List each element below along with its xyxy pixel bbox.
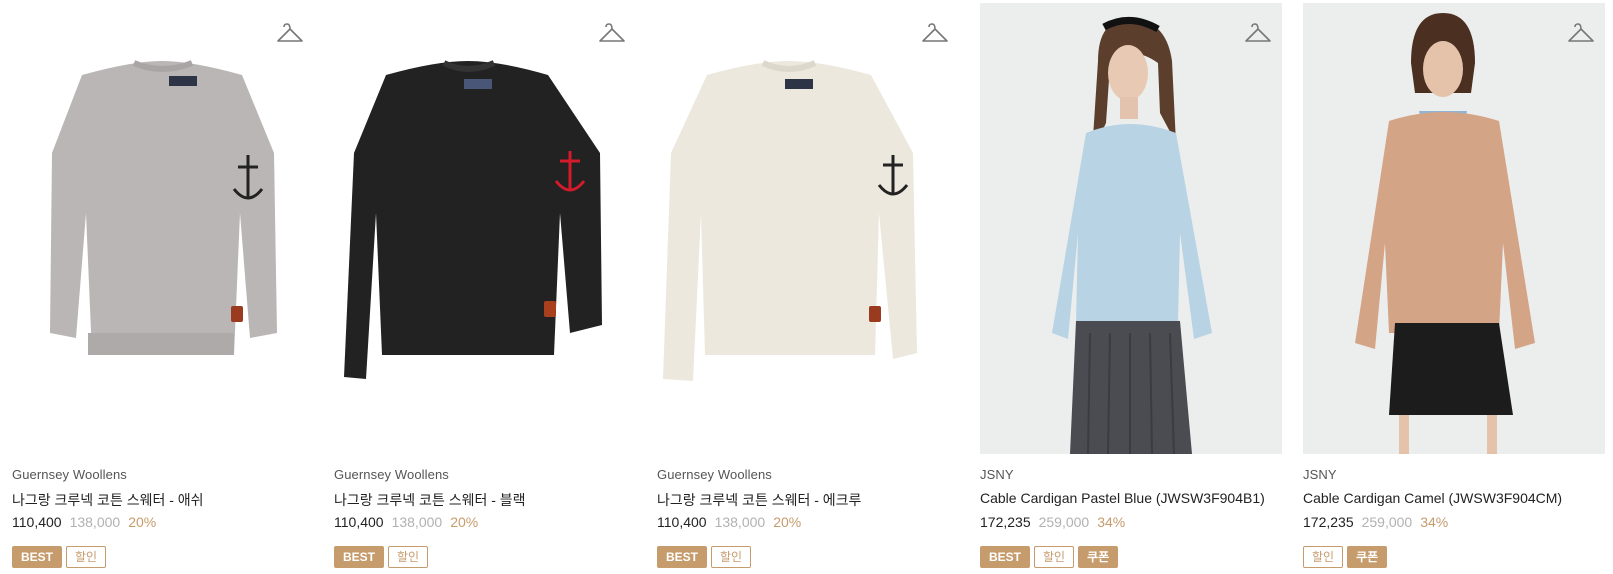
tag-best: BEST (657, 546, 708, 568)
discount-rate: 34% (1420, 514, 1449, 530)
original-price: 259,000 (1038, 514, 1090, 530)
original-price: 138,000 (714, 514, 766, 530)
tag-best: BEST (980, 546, 1031, 568)
product-tags: BEST 할인 (12, 546, 107, 568)
sale-price: 110,400 (334, 514, 384, 530)
product-card[interactable]: JSNY Cable Cardigan Pastel Blue (JWSW3F9… (980, 0, 1282, 574)
original-price: 138,000 (69, 514, 121, 530)
sale-price: 110,400 (657, 514, 707, 530)
product-prices: 110,400 138,000 20% (12, 514, 156, 530)
product-card[interactable]: Guernsey Woollens 나그랑 크루넥 코튼 스웨터 - 애쉬 11… (12, 0, 314, 574)
product-image[interactable] (657, 3, 959, 454)
product-tags: 할인 쿠폰 (1303, 546, 1388, 568)
tag-sale: 할인 (711, 546, 752, 568)
product-card[interactable]: Guernsey Woollens 나그랑 크루넥 코튼 스웨터 - 블랙 11… (334, 0, 636, 574)
discount-rate: 34% (1097, 514, 1126, 530)
product-prices: 172,235 259,000 34% (980, 514, 1125, 530)
hanger-icon[interactable] (1244, 21, 1272, 47)
product-image[interactable] (12, 3, 314, 454)
product-prices: 172,235 259,000 34% (1303, 514, 1448, 530)
tag-best: BEST (334, 546, 385, 568)
product-grid: Guernsey Woollens 나그랑 크루넥 코튼 스웨터 - 애쉬 11… (0, 0, 1613, 574)
tag-sale: 할인 (388, 546, 429, 568)
product-prices: 110,400 138,000 20% (334, 514, 478, 530)
discount-rate: 20% (128, 514, 157, 530)
tag-coupon: 쿠폰 (1347, 546, 1388, 568)
original-price: 259,000 (1361, 514, 1413, 530)
tag-sale: 할인 (1034, 546, 1075, 568)
tag-best: BEST (12, 546, 63, 568)
product-prices: 110,400 138,000 20% (657, 514, 801, 530)
sale-price: 172,235 (980, 514, 1031, 530)
product-name[interactable]: Cable Cardigan Pastel Blue (JWSW3F904B1) (980, 490, 1265, 506)
product-brand[interactable]: Guernsey Woollens (12, 467, 127, 482)
hanger-icon[interactable] (1567, 21, 1595, 47)
tag-sale: 할인 (1303, 546, 1344, 568)
product-brand[interactable]: JSNY (980, 467, 1014, 482)
product-name[interactable]: 나그랑 크루넥 코튼 스웨터 - 블랙 (334, 490, 526, 510)
original-price: 138,000 (391, 514, 443, 530)
product-name[interactable]: 나그랑 크루넥 코튼 스웨터 - 에크루 (657, 490, 861, 510)
tag-sale: 할인 (66, 546, 107, 568)
discount-rate: 20% (450, 514, 479, 530)
product-tags: BEST 할인 (657, 546, 752, 568)
discount-rate: 20% (773, 514, 802, 530)
product-image[interactable] (980, 3, 1282, 454)
hanger-icon[interactable] (276, 21, 304, 47)
hanger-icon[interactable] (921, 21, 949, 47)
product-brand[interactable]: Guernsey Woollens (334, 467, 449, 482)
product-image[interactable] (1303, 3, 1605, 454)
sale-price: 110,400 (12, 514, 62, 530)
tag-coupon: 쿠폰 (1078, 546, 1119, 568)
hanger-icon[interactable] (598, 21, 626, 47)
product-tags: BEST 할인 쿠폰 (980, 546, 1119, 568)
product-card[interactable]: Guernsey Woollens 나그랑 크루넥 코튼 스웨터 - 에크루 1… (657, 0, 959, 574)
product-brand[interactable]: Guernsey Woollens (657, 467, 772, 482)
product-tags: BEST 할인 (334, 546, 429, 568)
sale-price: 172,235 (1303, 514, 1354, 530)
product-name[interactable]: Cable Cardigan Camel (JWSW3F904CM) (1303, 490, 1562, 506)
product-name[interactable]: 나그랑 크루넥 코튼 스웨터 - 애쉬 (12, 490, 204, 510)
product-card[interactable]: JSNY Cable Cardigan Camel (JWSW3F904CM) … (1303, 0, 1605, 574)
product-brand[interactable]: JSNY (1303, 467, 1337, 482)
product-image[interactable] (334, 3, 636, 454)
